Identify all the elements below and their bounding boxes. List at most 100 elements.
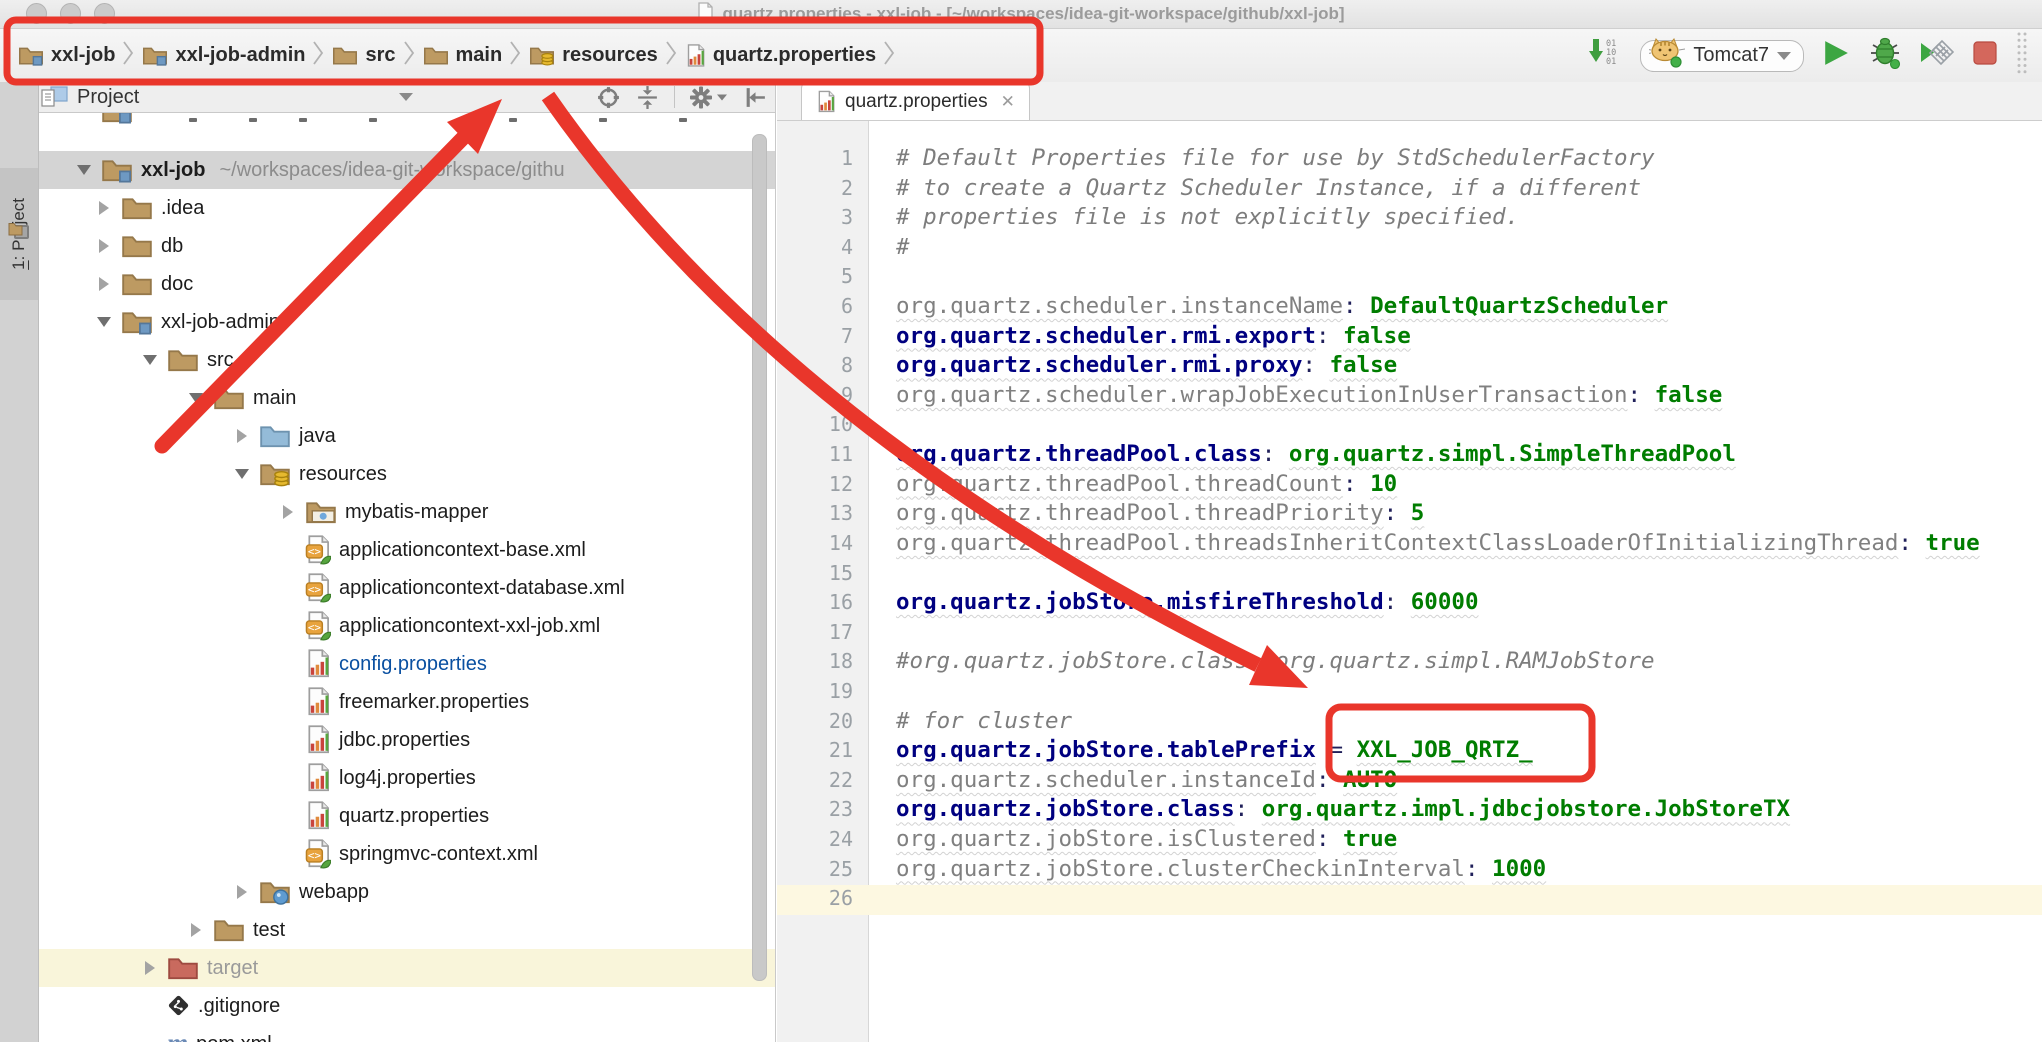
- stop-button[interactable]: [1972, 40, 1998, 71]
- chevron-collapsed-icon[interactable]: [225, 885, 259, 899]
- tree-item-quartz.properties[interactable]: quartz.properties: [39, 797, 776, 835]
- view-mode-chevron-icon[interactable]: [399, 93, 413, 101]
- breadcrumb-item-resources[interactable]: resources: [529, 44, 658, 67]
- tree-item-main[interactable]: main: [39, 379, 776, 417]
- breadcrumb-item-xxl-job-admin[interactable]: xxl-job-admin: [142, 44, 305, 67]
- code-line-11[interactable]: org.quartz.threadPool.class: org.quartz.…: [896, 440, 2042, 470]
- tree-item-target[interactable]: target: [39, 949, 776, 987]
- chevron-expanded-icon[interactable]: [179, 393, 213, 403]
- code-line-16[interactable]: org.quartz.jobStore.misfireThreshold: 60…: [896, 588, 2042, 618]
- toolbar-drag-handle[interactable]: [2016, 30, 2028, 81]
- code-line-5[interactable]: [896, 262, 2042, 292]
- token-kn: org.quartz.threadPool.class: [896, 441, 1262, 467]
- tree-item-jdbc.properties[interactable]: jdbc.properties: [39, 721, 776, 759]
- tree-item-mybatis-mapper[interactable]: mybatis-mapper: [39, 493, 776, 531]
- editor-tab-label: quartz.properties: [845, 91, 988, 113]
- tree-item-freemarker.properties[interactable]: freemarker.properties: [39, 683, 776, 721]
- code-line-2[interactable]: # to create a Quartz Scheduler Instance,…: [896, 174, 2042, 204]
- code-line-17[interactable]: [896, 618, 2042, 648]
- code-line-25[interactable]: org.quartz.jobStore.clusterCheckinInterv…: [896, 855, 2042, 885]
- chevron-collapsed-icon[interactable]: [271, 505, 305, 519]
- line-number: 13: [777, 499, 853, 529]
- tree-item-webapp[interactable]: webapp: [39, 873, 776, 911]
- code-line-1[interactable]: # Default Properties file for use by Std…: [896, 144, 2042, 174]
- chevron-collapsed-icon[interactable]: [87, 277, 121, 291]
- project-tree[interactable]: xxl-job~/workspaces/idea-git-workspace/g…: [39, 113, 776, 1042]
- tree-item-java[interactable]: java: [39, 417, 776, 455]
- chevron-expanded-icon[interactable]: [133, 355, 167, 365]
- panel-divider[interactable]: [775, 82, 776, 1042]
- chevron-collapsed-icon[interactable]: [87, 239, 121, 253]
- update-application-icon[interactable]: 011001: [1588, 36, 1622, 75]
- chevron-collapsed-icon[interactable]: [179, 923, 213, 937]
- code-line-13[interactable]: org.quartz.threadPool.threadPriority: 5: [896, 499, 2042, 529]
- settings-icon[interactable]: [689, 85, 729, 110]
- code-line-24[interactable]: org.quartz.jobStore.isClustered: true: [896, 825, 2042, 855]
- chevron-expanded-icon[interactable]: [225, 469, 259, 479]
- breadcrumb-item-quartz.properties[interactable]: quartz.properties: [685, 43, 876, 69]
- chevron-collapsed-icon[interactable]: [133, 961, 167, 975]
- code-line-4[interactable]: #: [896, 233, 2042, 263]
- chevron-collapsed-icon[interactable]: [225, 429, 259, 443]
- chevron-expanded-icon[interactable]: [67, 165, 101, 175]
- code-line-23[interactable]: org.quartz.jobStore.class: org.quartz.im…: [896, 795, 2042, 825]
- tree-item-doc[interactable]: doc: [39, 265, 776, 303]
- tree-item-pom.xml[interactable]: mpom.xml: [39, 1025, 776, 1042]
- token-sep: :: [1384, 589, 1411, 615]
- tree-item-config.properties[interactable]: config.properties: [39, 645, 776, 683]
- debug-button[interactable]: [1868, 37, 1902, 74]
- tool-window-icon[interactable]: [7, 220, 31, 247]
- tree-item-applicationcontext-base.xml[interactable]: <>applicationcontext-base.xml: [39, 531, 776, 569]
- code-line-8[interactable]: org.quartz.scheduler.rmi.proxy: false: [896, 351, 2042, 381]
- tree-item-resources[interactable]: resources: [39, 455, 776, 493]
- breadcrumb-item-main[interactable]: main: [423, 44, 503, 67]
- chevron-expanded-icon[interactable]: [87, 317, 121, 327]
- close-tab-icon[interactable]: ✕: [1001, 92, 1015, 112]
- tree-item-.gitignore[interactable]: .gitignore: [39, 987, 776, 1025]
- tree-item-src[interactable]: src: [39, 341, 776, 379]
- code-line-20[interactable]: # for cluster: [896, 707, 2042, 737]
- editor-tab-quartz-properties[interactable]: quartz.properties ✕: [801, 82, 1030, 120]
- run-with-coverage-button[interactable]: [1920, 39, 1954, 72]
- window-zoom-button[interactable]: [94, 3, 115, 24]
- editor-body[interactable]: 1234567891011121314151617181920212223242…: [777, 121, 2042, 1042]
- tree-item-xxl-job-admin[interactable]: xxl-job-admin: [39, 303, 776, 341]
- tree-item-xxl-job[interactable]: xxl-job~/workspaces/idea-git-workspace/g…: [39, 151, 776, 189]
- breadcrumb-item-xxl-job[interactable]: xxl-job: [18, 44, 115, 67]
- code-line-26[interactable]: [896, 884, 2042, 914]
- token-cm: #org.quartz.jobStore.class: org.quartz.s…: [896, 648, 1655, 674]
- code-line-10[interactable]: [896, 410, 2042, 440]
- code-line-7[interactable]: org.quartz.scheduler.rmi.export: false: [896, 322, 2042, 352]
- code-line-6[interactable]: org.quartz.scheduler.instanceName: Defau…: [896, 292, 2042, 322]
- locate-icon[interactable]: [596, 85, 621, 110]
- tree-item-db[interactable]: db: [39, 227, 776, 265]
- chevron-collapsed-icon[interactable]: [87, 201, 121, 215]
- tree-item-log4j.properties[interactable]: log4j.properties: [39, 759, 776, 797]
- code-line-14[interactable]: org.quartz.threadPool.threadsInheritCont…: [896, 529, 2042, 559]
- run-configuration-select[interactable]: Tomcat7: [1640, 40, 1804, 72]
- code-line-9[interactable]: org.quartz.scheduler.wrapJobExecutionInU…: [896, 381, 2042, 411]
- breadcrumb-item-src[interactable]: src: [332, 44, 395, 67]
- project-tree-scrollbar[interactable]: [752, 134, 767, 981]
- code-line-12[interactable]: org.quartz.threadPool.threadCount: 10: [896, 470, 2042, 500]
- line-number: 17: [777, 618, 853, 648]
- hide-panel-icon[interactable]: [743, 85, 768, 110]
- token-kg: org.quartz.threadPool.threadsInheritCont…: [896, 530, 1898, 556]
- code-line-3[interactable]: # properties file is not explicitly spec…: [896, 203, 2042, 233]
- module-folder-icon: [101, 156, 133, 184]
- tree-item-test[interactable]: test: [39, 911, 776, 949]
- tree-item-applicationcontext-database.xml[interactable]: <>applicationcontext-database.xml: [39, 569, 776, 607]
- window-minimize-button[interactable]: [60, 3, 81, 24]
- code-line-15[interactable]: [896, 559, 2042, 589]
- window-close-button[interactable]: [26, 3, 47, 24]
- code-line-19[interactable]: [896, 677, 2042, 707]
- collapse-all-icon[interactable]: [635, 85, 660, 110]
- code-line-22[interactable]: org.quartz.scheduler.instanceId: AUTO: [896, 766, 2042, 796]
- run-button[interactable]: [1822, 39, 1850, 72]
- tree-item-springmvc-context.xml[interactable]: <>springmvc-context.xml: [39, 835, 776, 873]
- tree-item-applicationcontext-xxl-job.xml[interactable]: <>applicationcontext-xxl-job.xml: [39, 607, 776, 645]
- code-line-18[interactable]: #org.quartz.jobStore.class: org.quartz.s…: [896, 647, 2042, 677]
- code-line-21[interactable]: org.quartz.jobStore.tablePrefix = XXL_JO…: [896, 736, 2042, 766]
- tree-item-.idea[interactable]: .idea: [39, 189, 776, 227]
- code-content[interactable]: # Default Properties file for use by Std…: [896, 121, 2042, 914]
